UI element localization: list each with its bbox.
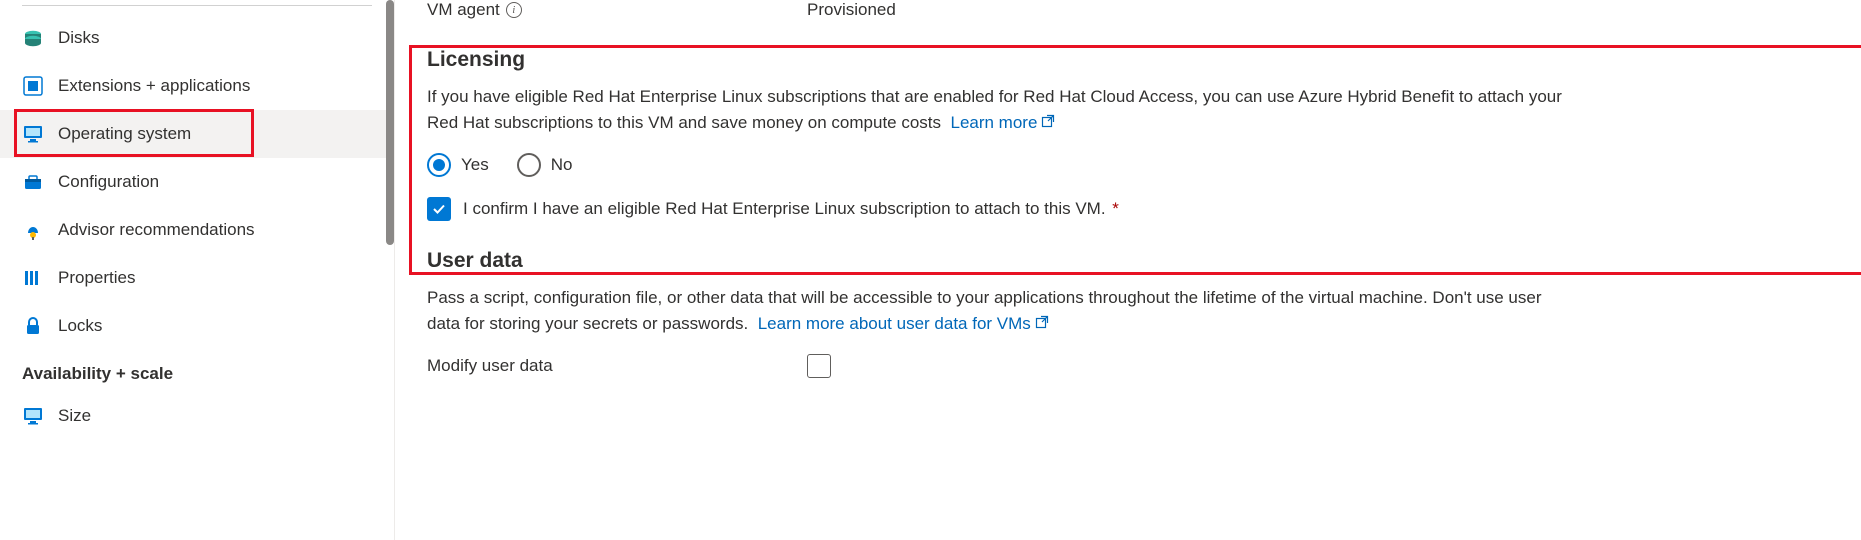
user-data-desc: Pass a script, configuration file, or ot… — [427, 285, 1571, 336]
properties-icon — [22, 267, 44, 289]
vm-agent-value: Provisioned — [807, 0, 896, 20]
sidebar-item-disks[interactable]: Disks — [0, 14, 394, 62]
external-link-icon — [1035, 311, 1049, 337]
size-icon — [22, 405, 44, 427]
sidebar-item-label: Locks — [58, 316, 102, 336]
confirm-checkbox-row: I confirm I have an eligible Red Hat Ent… — [427, 197, 1571, 221]
learn-more-text: Learn more about user data for VMs — [758, 314, 1031, 333]
sidebar-item-size[interactable]: Size — [0, 392, 394, 440]
sidebar-item-label: Properties — [58, 268, 135, 288]
confirm-text: I confirm I have an eligible Red Hat Ent… — [463, 199, 1106, 218]
main-content: VM agent i Provisioned Licensing If you … — [395, 0, 1861, 540]
vm-agent-label: VM agent i — [427, 0, 807, 20]
radio-no[interactable]: No — [517, 153, 573, 177]
sidebar-item-properties[interactable]: Properties — [0, 254, 394, 302]
radio-yes-label: Yes — [461, 155, 489, 175]
sidebar-item-locks[interactable]: Locks — [0, 302, 394, 350]
modify-user-data-checkbox[interactable] — [807, 354, 831, 378]
toolbox-icon — [22, 171, 44, 193]
extensions-icon — [22, 75, 44, 97]
sidebar: Disks Extensions + applications Operatin… — [0, 0, 395, 540]
required-asterisk: * — [1108, 199, 1119, 218]
modify-user-data-label: Modify user data — [427, 356, 807, 376]
sidebar-item-label: Extensions + applications — [58, 76, 250, 96]
sidebar-item-configuration[interactable]: Configuration — [0, 158, 394, 206]
licensing-desc: If you have eligible Red Hat Enterprise … — [427, 84, 1571, 135]
radio-no-label: No — [551, 155, 573, 175]
sidebar-item-label: Size — [58, 406, 91, 426]
sidebar-item-advisor[interactable]: Advisor recommendations — [0, 206, 394, 254]
divider — [22, 5, 372, 6]
confirm-checkbox[interactable] — [427, 197, 451, 221]
licensing-learn-more-link[interactable]: Learn more — [950, 113, 1055, 132]
radio-yes[interactable]: Yes — [427, 153, 489, 177]
external-link-icon — [1041, 110, 1055, 136]
sidebar-item-label: Advisor recommendations — [58, 220, 255, 240]
highlight-box-os — [14, 109, 254, 157]
licensing-radio-group: Yes No — [427, 153, 1571, 177]
confirm-label: I confirm I have an eligible Red Hat Ent… — [463, 199, 1119, 219]
info-icon[interactable]: i — [506, 2, 522, 18]
vm-agent-row: VM agent i Provisioned — [427, 0, 1571, 20]
sidebar-item-extensions[interactable]: Extensions + applications — [0, 62, 394, 110]
advisor-icon — [22, 219, 44, 241]
sidebar-item-label: Disks — [58, 28, 100, 48]
scrollbar[interactable] — [386, 0, 394, 245]
radio-circle-checked — [427, 153, 451, 177]
modify-user-data-row: Modify user data — [427, 354, 1571, 378]
lock-icon — [22, 315, 44, 337]
user-data-title: User data — [427, 249, 1571, 273]
vm-agent-label-text: VM agent — [427, 0, 500, 20]
sidebar-item-label: Configuration — [58, 172, 159, 192]
learn-more-text: Learn more — [950, 113, 1037, 132]
disks-icon — [22, 27, 44, 49]
licensing-title: Licensing — [427, 48, 1571, 72]
radio-circle — [517, 153, 541, 177]
user-data-learn-more-link[interactable]: Learn more about user data for VMs — [758, 314, 1049, 333]
sidebar-group-availability: Availability + scale — [0, 350, 394, 392]
